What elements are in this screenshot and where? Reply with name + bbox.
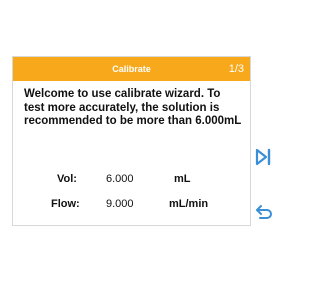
flow-unit: mL/min: [169, 198, 209, 210]
flow-label: Flow:: [51, 198, 80, 210]
wizard-message: Welcome to use calibrate wizard. To test…: [24, 88, 242, 128]
back-button[interactable]: [253, 201, 275, 223]
vol-value[interactable]: 6.000: [106, 173, 134, 185]
dialog-title: Calibrate: [112, 64, 151, 74]
dialog-header: Calibrate 1/3: [13, 57, 250, 81]
vol-label: Vol:: [57, 173, 77, 185]
skip-next-icon: [255, 148, 271, 166]
calibrate-dialog: Calibrate 1/3 Welcome to use calibrate w…: [12, 56, 251, 226]
vol-row: Vol: 6.000 mL: [13, 173, 250, 189]
flow-value[interactable]: 9.000: [106, 198, 134, 210]
page-indicator: 1/3: [228, 63, 244, 75]
screen: Calibrate 1/3 Welcome to use calibrate w…: [0, 0, 289, 289]
next-button[interactable]: [253, 146, 275, 168]
flow-row: Flow: 9.000 mL/min: [13, 198, 250, 214]
return-icon: [256, 205, 272, 219]
vol-unit: mL: [174, 173, 191, 185]
